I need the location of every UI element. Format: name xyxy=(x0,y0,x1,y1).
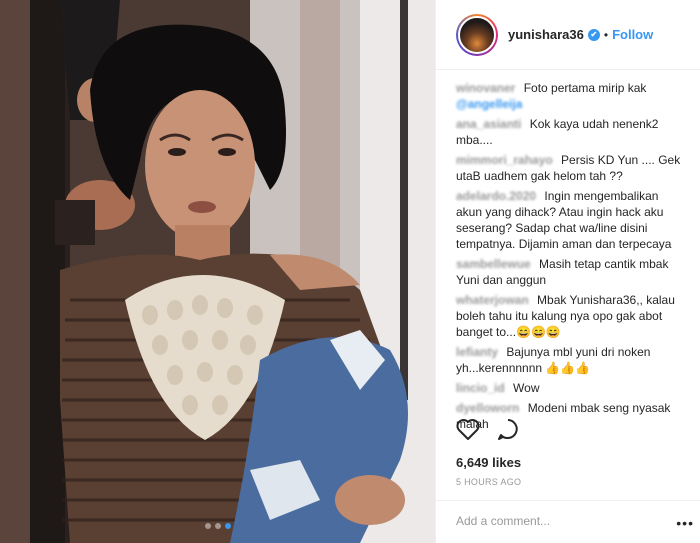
comment-item: @angelleija xyxy=(456,96,687,112)
comment-username[interactable]: mimmori_rahayo xyxy=(456,153,553,167)
post-username[interactable]: yunishara36 xyxy=(508,27,584,42)
comment-username[interactable]: lefianty xyxy=(456,345,498,359)
post-header: yunishara36 ✔ • Follow xyxy=(436,0,700,70)
comment-item: winovaner Foto pertama mirip kak xyxy=(456,80,687,96)
comment-text: Wow xyxy=(513,381,540,395)
avatar[interactable] xyxy=(456,13,498,56)
comment-username[interactable]: winovaner xyxy=(456,81,515,95)
comment-username[interactable]: lincio_id xyxy=(456,381,505,395)
post-photo[interactable] xyxy=(0,0,435,543)
post-actions xyxy=(456,418,520,440)
separator: • xyxy=(603,27,609,42)
comment-mention[interactable]: @angelleija xyxy=(456,97,522,111)
comment-username[interactable]: adelardo.2020 xyxy=(456,189,536,203)
comment-item: whaterjowan Mbak Yunishara36,, kalau bol… xyxy=(456,292,687,340)
likes-count[interactable]: 6,649 likes xyxy=(456,455,521,470)
comment-username[interactable]: dyelloworn xyxy=(456,401,519,415)
carousel-dot xyxy=(214,523,221,529)
post-timestamp[interactable]: 5 HOURS AGO xyxy=(456,477,521,487)
comment-icon[interactable] xyxy=(496,418,520,440)
comment-username[interactable]: ana_asianti xyxy=(456,117,521,131)
carousel-indicator xyxy=(0,523,435,529)
follow-button[interactable]: Follow xyxy=(612,27,653,42)
comment-item: lincio_id Wow xyxy=(456,380,687,396)
verified-badge-icon: ✔ xyxy=(587,28,600,41)
comment-item: lefianty Bajunya mbl yuni dri noken yh..… xyxy=(456,344,687,376)
carousel-dot-active xyxy=(224,523,231,529)
comment-item: adelardo.2020 Ingin mengembalikan akun y… xyxy=(456,188,687,252)
comment-item: sambellewue Masih tetap cantik mbak Yuni… xyxy=(456,256,687,288)
heart-icon[interactable] xyxy=(456,418,480,440)
post-image xyxy=(0,0,435,543)
comment-item: mimmori_rahayo Persis KD Yun .... Gek ut… xyxy=(456,152,687,184)
carousel-dot xyxy=(204,523,211,529)
more-options-icon[interactable]: ••• xyxy=(676,515,694,531)
avatar-image xyxy=(458,15,496,54)
comment-username[interactable]: sambellewue xyxy=(456,257,531,271)
comment-text: Foto pertama mirip kak xyxy=(523,81,647,95)
add-comment-input[interactable]: Add a comment... xyxy=(436,500,700,543)
comment-username[interactable]: whaterjowan xyxy=(456,293,529,307)
post-side-panel: yunishara36 ✔ • Follow winovaner Foto pe… xyxy=(435,0,700,543)
comments-list[interactable]: winovaner Foto pertama mirip kak @angell… xyxy=(436,80,700,433)
comment-item: ana_asianti Kok kaya udah nenenk2 mba...… xyxy=(456,116,687,148)
